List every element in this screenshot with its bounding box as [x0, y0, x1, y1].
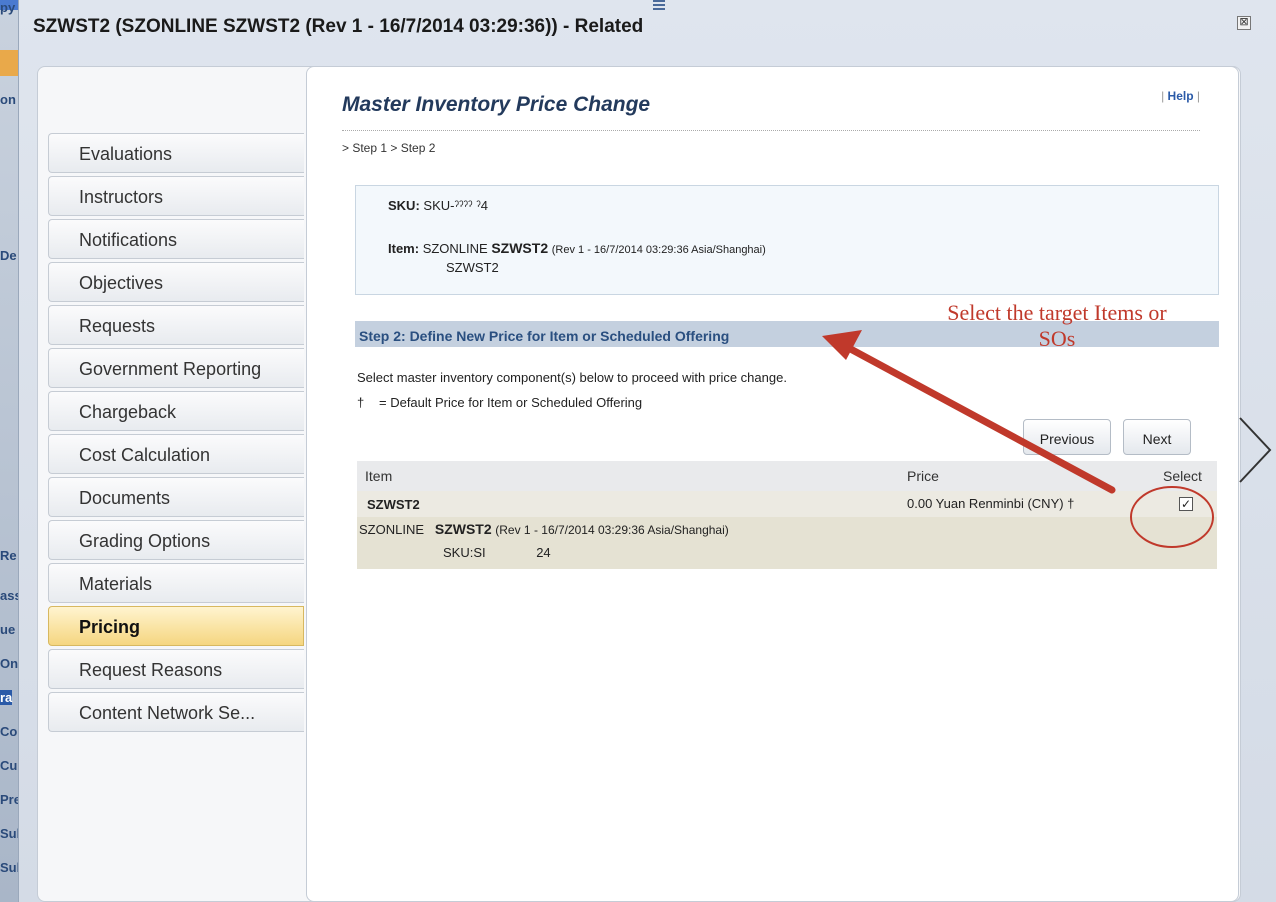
annotation-line-2: SOs — [1038, 326, 1076, 351]
annotation-overlay — [822, 330, 1214, 548]
annotation-callout: Select the target Items or SOs — [902, 300, 1212, 352]
chevron-right-path — [1239, 417, 1272, 483]
annotation-arrow-shaft — [841, 342, 1116, 494]
annotation-line-1: Select the target Items or — [947, 300, 1167, 325]
annotation-circle — [1130, 486, 1214, 548]
chevron-right-icon[interactable] — [1236, 414, 1274, 486]
